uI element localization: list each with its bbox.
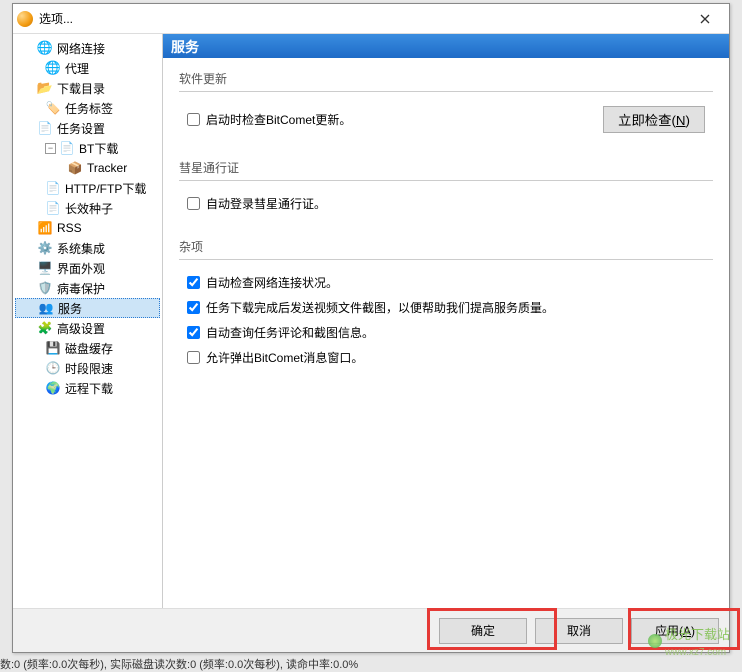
apply-button[interactable]: 应用(A) — [631, 618, 719, 644]
globe-icon — [45, 60, 61, 76]
tree-label: 界面外观 — [57, 260, 105, 277]
tree-label: 磁盘缓存 — [65, 340, 113, 357]
disk-icon — [45, 340, 61, 356]
sidebar-tree: 网络连接 代理 下载目录 任务标签 任务设置 − BT下载 Tracker HTT… — [13, 34, 163, 608]
tree-label: 长效种子 — [65, 200, 113, 217]
ok-button[interactable]: 确定 — [439, 618, 527, 644]
tree-label: 服务 — [58, 300, 82, 317]
tree-label: 系统集成 — [57, 240, 105, 257]
tree-label: HTTP/FTP下载 — [65, 180, 146, 197]
sidebar-item-disk-cache[interactable]: 磁盘缓存 — [15, 338, 160, 358]
rss-icon — [37, 220, 53, 236]
tree-label: 任务标签 — [65, 100, 113, 117]
sidebar-item-schedule[interactable]: 时段限速 — [15, 358, 160, 378]
checkbox-label: 自动查询任务评论和截图信息。 — [206, 324, 374, 341]
divider — [179, 180, 713, 181]
shield-icon — [37, 280, 53, 296]
content-header: 服务 — [163, 34, 729, 58]
globe-icon — [37, 40, 53, 56]
tree-label: BT下载 — [79, 140, 118, 157]
divider — [179, 91, 713, 92]
close-button[interactable] — [685, 5, 725, 33]
clock-icon — [45, 360, 61, 376]
checkbox-input[interactable] — [187, 351, 200, 364]
group-title: 杂项 — [179, 238, 713, 255]
globe-icon — [45, 380, 61, 396]
group-software-update: 软件更新 启动时检查BitComet更新。 立即检查(N) — [179, 70, 713, 137]
gear-icon — [37, 240, 53, 256]
sidebar-item-task-settings[interactable]: 任务设置 — [15, 118, 160, 138]
group-title: 软件更新 — [179, 70, 713, 87]
checkbox-label: 启动时检查BitComet更新。 — [206, 111, 351, 128]
sidebar-item-http-ftp[interactable]: HTTP/FTP下载 — [15, 178, 160, 198]
collapse-icon[interactable]: − — [45, 143, 56, 154]
checkbox-label: 自动登录彗星通行证。 — [206, 195, 326, 212]
monitor-icon — [37, 260, 53, 276]
app-icon — [17, 11, 33, 27]
group-title: 彗星通行证 — [179, 159, 713, 176]
document-icon — [45, 200, 61, 216]
tree-label: RSS — [57, 221, 82, 235]
sidebar-item-sys-integration[interactable]: 系统集成 — [15, 238, 160, 258]
tree-label: Tracker — [87, 161, 127, 175]
tree-label: 远程下载 — [65, 380, 113, 397]
tree-label: 任务设置 — [57, 120, 105, 137]
sidebar-item-task-tags[interactable]: 任务标签 — [15, 98, 160, 118]
sidebar-item-network[interactable]: 网络连接 — [15, 38, 160, 58]
sidebar-item-tracker[interactable]: Tracker — [15, 158, 160, 178]
titlebar: 选项... — [13, 4, 729, 34]
checkbox-input[interactable] — [187, 301, 200, 314]
group-passport: 彗星通行证 自动登录彗星通行证。 — [179, 159, 713, 216]
popup-checkbox[interactable]: 允许弹出BitComet消息窗口。 — [187, 349, 363, 366]
group-misc: 杂项 自动检查网络连接状况。 任务下载完成后发送视频文件截图，以便帮助我们提高服… — [179, 238, 713, 370]
document-icon — [37, 120, 53, 136]
sidebar-item-virus[interactable]: 病毒保护 — [15, 278, 160, 298]
dialog-button-bar: 确定 取消 应用(A) — [13, 608, 729, 652]
tree-label: 网络连接 — [57, 40, 105, 57]
sidebar-item-remote[interactable]: 远程下载 — [15, 378, 160, 398]
bg-status-text: 数:0 (频率:0.0次每秒), 实际磁盘读次数:0 (频率:0.0次每秒), … — [0, 656, 358, 672]
auto-net-checkbox[interactable]: 自动检查网络连接状况。 — [187, 274, 338, 291]
box-icon — [67, 160, 83, 176]
sidebar-item-download-dir[interactable]: 下载目录 — [15, 78, 160, 98]
checkbox-input[interactable] — [187, 326, 200, 339]
cancel-button[interactable]: 取消 — [535, 618, 623, 644]
tree-label: 高级设置 — [57, 320, 105, 337]
sidebar-item-ui[interactable]: 界面外观 — [15, 258, 160, 278]
tree-label: 病毒保护 — [57, 280, 105, 297]
sidebar-item-long-seed[interactable]: 长效种子 — [15, 198, 160, 218]
sidebar-item-rss[interactable]: RSS — [15, 218, 160, 238]
auto-query-checkbox[interactable]: 自动查询任务评论和截图信息。 — [187, 324, 374, 341]
checkbox-input[interactable] — [187, 113, 200, 126]
checkbox-input[interactable] — [187, 197, 200, 210]
checkbox-label: 任务下载完成后发送视频文件截图，以便帮助我们提高服务质量。 — [206, 299, 554, 316]
document-icon — [45, 180, 61, 196]
sidebar-item-bt-download[interactable]: − BT下载 — [15, 138, 160, 158]
tree-label: 下载目录 — [57, 80, 105, 97]
options-dialog: 选项... 网络连接 代理 下载目录 任务标签 任务设置 − BT下载 Track… — [12, 3, 730, 653]
checkbox-label: 允许弹出BitComet消息窗口。 — [206, 349, 363, 366]
folder-icon — [37, 80, 53, 96]
auto-login-checkbox[interactable]: 自动登录彗星通行证。 — [187, 195, 326, 212]
tag-icon — [45, 100, 61, 116]
checkbox-label: 自动检查网络连接状况。 — [206, 274, 338, 291]
check-now-button[interactable]: 立即检查(N) — [603, 106, 705, 133]
tree-label: 时段限速 — [65, 360, 113, 377]
checkbox-input[interactable] — [187, 276, 200, 289]
content-panel: 服务 软件更新 启动时检查BitComet更新。 立即检查(N) — [163, 34, 729, 608]
send-thumb-checkbox[interactable]: 任务下载完成后发送视频文件截图，以便帮助我们提高服务质量。 — [187, 299, 554, 316]
people-icon — [38, 300, 54, 316]
divider — [179, 259, 713, 260]
puzzle-icon — [37, 320, 53, 336]
sidebar-item-services[interactable]: 服务 — [15, 298, 160, 318]
check-on-start-checkbox[interactable]: 启动时检查BitComet更新。 — [187, 111, 351, 128]
tree-label: 代理 — [65, 60, 89, 77]
document-icon — [59, 140, 75, 156]
sidebar-item-proxy[interactable]: 代理 — [15, 58, 160, 78]
window-title: 选项... — [39, 10, 685, 27]
sidebar-item-advanced[interactable]: 高级设置 — [15, 318, 160, 338]
